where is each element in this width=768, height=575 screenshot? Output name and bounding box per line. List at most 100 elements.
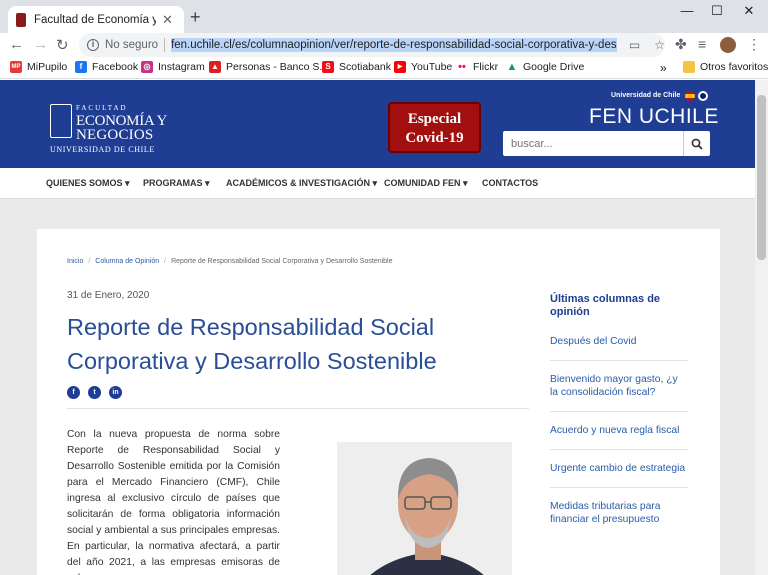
site-favicon-icon [16,12,26,27]
browser-tab[interactable]: Facultad de Economía y Negocios ✕ [8,6,184,33]
flickr-icon: •• [456,61,468,73]
spanish-flag-icon[interactable] [685,91,695,101]
extensions-icon[interactable]: ✤ [675,36,687,53]
bookmark-item[interactable]: ▶ YouTube [394,61,452,73]
minimize-button[interactable]: — [672,3,702,18]
site-header: FACULTAD ECONOMÍA Y NEGOCIOS UNIVERSIDAD… [0,80,755,168]
scrollbar-thumb[interactable] [757,95,766,260]
address-bar[interactable]: i No seguro fen.uchile.cl/es/columnaopin… [79,33,665,57]
nav-label: QUIENES SOMOS [46,178,123,188]
breadcrumb-home[interactable]: Inicio [67,258,83,265]
site-search [503,131,710,156]
reload-button[interactable]: ↻ [56,36,69,54]
breadcrumb-separator: / [164,258,167,265]
article-card: Inicio / Columna de Opinión / Reporte de Res… [37,229,720,575]
page-viewport: FACULTAD ECONOMÍA Y NEGOCIOS UNIVERSIDAD… [0,80,755,575]
santander-icon: ▲ [209,61,221,73]
nav-label: PROGRAMAS [143,178,203,188]
folder-icon [683,61,695,73]
bookmark-item[interactable]: ▲ Google Drive [506,61,584,73]
security-label: No seguro [105,39,159,51]
nav-item-quienes-somos[interactable]: QUIENES SOMOS ▾ [46,178,130,189]
other-bookmarks-folder[interactable]: Otros favoritos [683,61,768,73]
english-flag-icon[interactable] [698,91,708,101]
profile-avatar[interactable] [720,37,736,53]
close-tab-icon[interactable]: ✕ [162,12,173,28]
sidebar-link[interactable]: Acuerdo y nueva regla fiscal [550,412,688,450]
caret-down-icon: ▾ [372,178,378,188]
bookmark-label: Otros favoritos [700,61,768,73]
caret-down-icon: ▾ [205,178,210,188]
reading-list-icon[interactable]: ≡ [698,36,706,52]
nav-label: ACADÉMICOS & INVESTIGACIÓN [226,178,371,188]
bookmark-item[interactable]: ◎ Instagram [141,61,205,73]
bookmark-star-icon[interactable]: ☆ [654,38,665,52]
nav-label: CONTACTOS [482,178,539,188]
covid-line: Covid-19 [405,130,464,146]
sidebar-link[interactable]: Urgente cambio de estrategia [550,450,688,488]
facebook-share-icon[interactable]: f [67,386,80,399]
nav-item-academicos[interactable]: ACADÉMICOS & INVESTIGACIÓN ▾ [226,178,377,189]
bookmark-label: Google Drive [523,61,585,73]
nav-item-comunidad[interactable]: COMUNIDAD FEN ▾ [384,178,468,189]
bookmark-item[interactable]: f Facebook [75,61,138,73]
site-name: FEN UCHILE [589,105,719,128]
nav-item-contactos[interactable]: CONTACTOS [482,178,538,188]
breadcrumb-current: Reporte de Responsabilidad Social Corpor… [171,258,393,265]
bookmark-label: Flickr [473,61,499,73]
cast-icon[interactable]: ▭ [629,38,640,52]
back-button[interactable]: ← [9,36,24,53]
main-navigation: QUIENES SOMOS ▾ PROGRAMAS ▾ ACADÉMICOS &… [0,168,755,199]
logo-line: NEGOCIOS [76,127,154,143]
university-emblem-icon [50,104,72,138]
bookmark-item[interactable]: S Scotiabank [322,61,391,73]
breadcrumb: Inicio / Columna de Opinión / Reporte de Res… [67,258,392,265]
maximize-button[interactable]: ☐ [702,3,732,19]
bookmark-label: YouTube [411,61,453,73]
article-title: Reporte de Responsabilidad Social Corpor… [67,314,437,374]
facebook-icon: f [75,61,87,73]
forward-button[interactable]: → [33,36,48,53]
bookmark-label: Scotiabank [339,61,391,73]
article-date: 31 de Enero, 2020 [67,290,150,301]
breadcrumb-section[interactable]: Columna de Opinión [95,258,159,265]
nav-item-programas[interactable]: PROGRAMAS ▾ [143,178,210,189]
twitter-share-icon[interactable]: t [88,386,101,399]
google-drive-icon: ▲ [506,61,518,73]
search-input[interactable] [503,131,683,156]
bookmark-item[interactable]: •• Flickr [456,61,498,73]
logo-line: FACULTAD [76,104,128,112]
bookmark-item[interactable]: ▲ Personas - Banco S... [209,61,328,73]
new-tab-button[interactable]: + [190,7,201,28]
info-icon[interactable]: i [87,39,99,51]
bookmark-label: Instagram [158,61,205,73]
bookmark-label: MiPupilo [27,61,68,73]
latest-columns-sidebar: Últimas columnas de opinión Después del … [550,293,688,538]
author-photo [337,442,512,575]
divider [67,408,529,409]
search-button[interactable] [683,131,710,156]
breadcrumb-separator: / [88,258,91,265]
covid-special-banner[interactable]: Especial Covid-19 [388,102,481,153]
close-window-button[interactable]: ✕ [734,3,764,19]
browser-toolbar: ← → ↻ i No seguro fen.uchile.cl/es/colum… [0,33,768,58]
menu-kebab-icon[interactable]: ⋮ [747,36,761,53]
bookmarks-overflow-button[interactable]: » [660,61,667,75]
language-selector [685,91,708,101]
logo-line: UNIVERSIDAD DE CHILE [50,145,155,154]
bookmarks-bar: MP MiPupilo f Facebook ◎ Instagram ▲ Persona… [0,58,768,79]
bookmark-item[interactable]: MP MiPupilo [10,61,67,73]
sidebar-link[interactable]: Medidas tributarias para financiar el pr… [550,488,688,538]
nav-label: COMUNIDAD FEN [384,178,461,188]
sidebar-title: Últimas columnas de opinión [550,293,661,318]
sidebar-link[interactable]: Después del Covid [550,335,688,361]
caret-down-icon: ▾ [463,178,468,188]
sidebar-link[interactable]: Bienvenido mayor gasto, ¿y la consolidac… [550,361,688,412]
url-text[interactable]: fen.uchile.cl/es/columnaopinion/ver/repo… [171,38,617,52]
linkedin-share-icon[interactable]: in [109,386,122,399]
bookmark-label: Facebook [92,61,139,73]
university-link[interactable]: Universidad de Chile [611,92,680,99]
address-divider [164,38,166,52]
article-body: Con la nueva propuesta de norma sobre Re… [67,429,280,575]
youtube-icon: ▶ [394,61,406,73]
